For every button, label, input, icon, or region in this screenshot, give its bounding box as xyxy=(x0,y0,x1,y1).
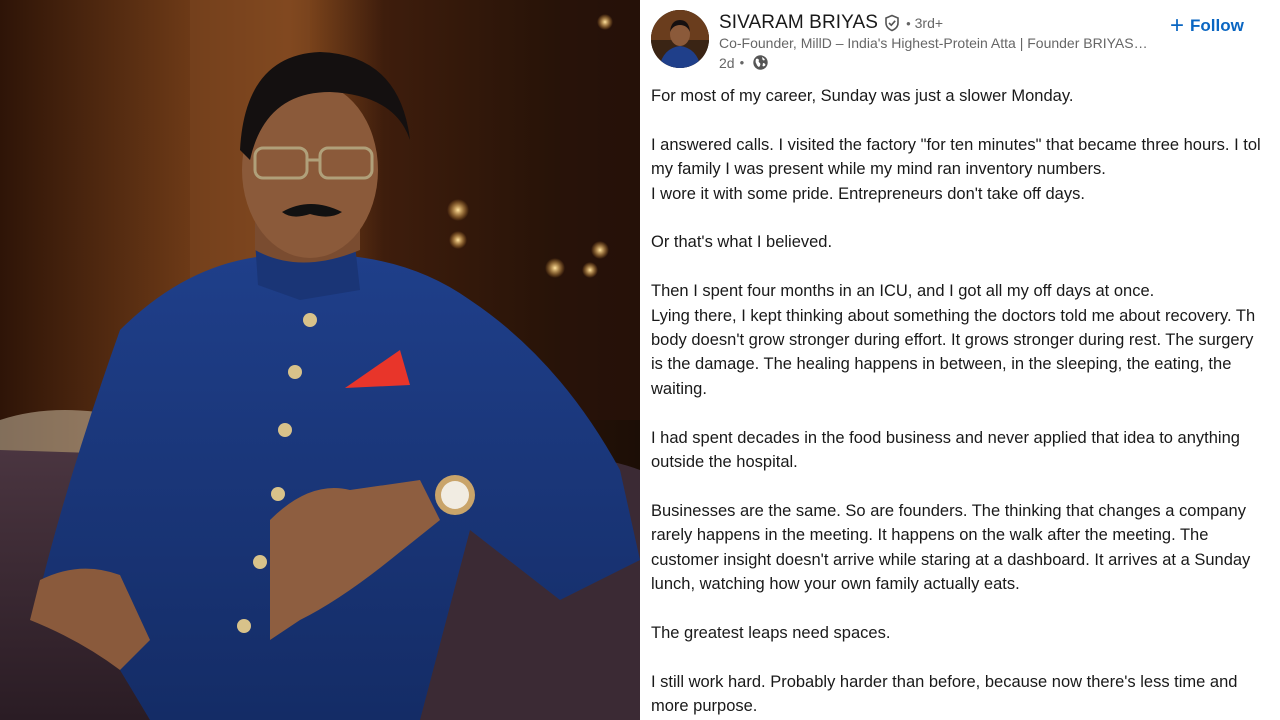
post-text-line: Or that's what I believed. xyxy=(651,233,833,252)
follow-button[interactable]: + Follow xyxy=(1170,12,1244,40)
author-headline: Co-Founder, MillD – India's Highest-Prot… xyxy=(719,35,1148,51)
follow-label: Follow xyxy=(1190,16,1244,35)
connection-degree: 3rd+ xyxy=(914,15,944,31)
post-text-line: rarely happens in the meeting. It happen… xyxy=(651,526,1209,545)
post-text-line: body doesn't grow stronger during effort… xyxy=(651,331,1254,350)
post-text-line: The greatest leaps need spaces. xyxy=(651,623,891,642)
more-options-icon[interactable]: ⋮ xyxy=(1272,14,1280,36)
post-meta: 2d • xyxy=(719,54,769,71)
separator-dot: • xyxy=(739,55,745,70)
author-name[interactable]: SIVARAM BRIYAS xyxy=(719,12,878,34)
post-text-line: I wore it with some pride. Entrepreneurs… xyxy=(651,184,1085,203)
portrait-photo xyxy=(0,0,640,720)
post-text-line: Lying there, I kept thinking about somet… xyxy=(651,306,1256,325)
author-line: SIVARAM BRIYAS • 3rd+ xyxy=(719,12,943,34)
post-body: For most of my career, Sunday was just a… xyxy=(651,84,1280,718)
author-avatar[interactable] xyxy=(651,10,709,68)
post-text-line: my family I was present while my mind ra… xyxy=(651,160,1106,179)
post-text-line: I still work hard. Probably harder than … xyxy=(651,672,1238,691)
avatar-image xyxy=(651,10,709,68)
post-text-line: is the damage. The healing happens in be… xyxy=(651,355,1232,374)
post-text-line: outside the hospital. xyxy=(651,453,798,472)
globe-icon xyxy=(752,54,769,71)
post-text-line: I had spent decades in the food business… xyxy=(651,428,1240,447)
post-text-line: lunch, watching how your own family actu… xyxy=(651,575,1020,594)
verified-shield-icon xyxy=(883,14,901,32)
post-card: SIVARAM BRIYAS • 3rd+ Co-Founder, MillD … xyxy=(640,0,1280,720)
post-text-line: Then I spent four months in an ICU, and … xyxy=(651,282,1155,301)
post-text-line: Businesses are the same. So are founders… xyxy=(651,501,1246,520)
separator-dot: • xyxy=(906,15,911,31)
post-text-line: I answered calls. I visited the factory … xyxy=(651,135,1261,154)
post-text-line: For most of my career, Sunday was just a… xyxy=(651,87,1074,105)
portrait-illustration xyxy=(0,0,640,720)
post-text-line: more purpose. xyxy=(651,697,758,716)
post-text-line: waiting. xyxy=(651,379,707,398)
post-text-line: customer insight doesn't arrive while st… xyxy=(651,550,1251,569)
plus-icon: + xyxy=(1170,12,1185,39)
post-time: 2d xyxy=(719,54,735,71)
